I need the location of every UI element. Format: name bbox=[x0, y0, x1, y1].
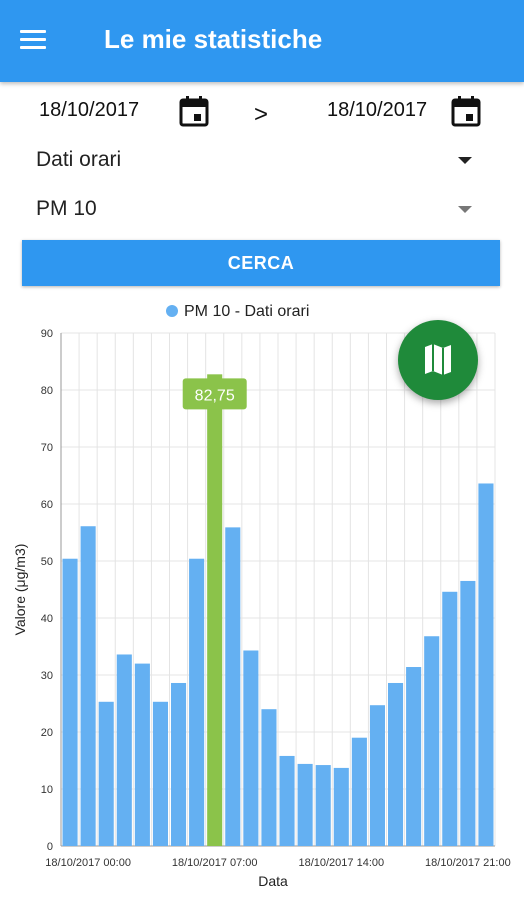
chart-bar[interactable] bbox=[424, 636, 440, 846]
chart-bar[interactable] bbox=[134, 663, 150, 846]
chart-bar[interactable] bbox=[152, 701, 168, 846]
map-icon bbox=[425, 344, 451, 375]
y-tick-label: 80 bbox=[41, 385, 53, 397]
chart-bar[interactable] bbox=[388, 682, 404, 846]
calendar-to-icon[interactable] bbox=[451, 95, 481, 127]
bar-chart[interactable]: 0 10 20 30 40 50 60 70 80 90 18/10/2017 00:00 18/10… bbox=[0, 320, 524, 900]
y-tick-label: 60 bbox=[41, 499, 53, 511]
y-tick-label: 20 bbox=[41, 727, 53, 739]
date-to-field[interactable]: 18/10/2017 bbox=[327, 99, 427, 122]
chart-bar[interactable] bbox=[351, 737, 367, 846]
chart-bar[interactable] bbox=[297, 763, 313, 846]
chart-bar[interactable] bbox=[171, 682, 187, 846]
chart-bar[interactable] bbox=[207, 374, 223, 846]
y-tick-label: 0 bbox=[47, 841, 53, 853]
legend-swatch bbox=[166, 305, 178, 317]
legend-label: PM 10 - Dati orari bbox=[184, 303, 310, 320]
data-type-value: Dati orari bbox=[36, 148, 122, 171]
app-bar: Le mie statistiche bbox=[0, 0, 524, 82]
y-tick-label: 50 bbox=[41, 556, 53, 568]
x-tick-label: 18/10/2017 07:00 bbox=[172, 857, 258, 869]
x-tick-label: 18/10/2017 00:00 bbox=[45, 857, 131, 869]
date-separator: > bbox=[254, 101, 269, 128]
date-from-field[interactable]: 18/10/2017 bbox=[39, 99, 139, 122]
page-title: Le mie statistiche bbox=[104, 24, 323, 54]
chart-bar[interactable] bbox=[406, 667, 422, 846]
y-tick-label: 40 bbox=[41, 613, 53, 625]
y-tick-label: 90 bbox=[41, 328, 53, 340]
menu-icon[interactable] bbox=[20, 30, 48, 52]
chart-bar[interactable] bbox=[116, 654, 132, 846]
chart-bar[interactable] bbox=[225, 527, 241, 846]
chart-bar[interactable] bbox=[333, 767, 349, 846]
chart-bar[interactable] bbox=[243, 650, 259, 846]
chart-bar[interactable] bbox=[98, 701, 114, 846]
map-button[interactable] bbox=[398, 320, 478, 400]
chart-bar[interactable] bbox=[80, 526, 96, 846]
y-tick-label: 30 bbox=[41, 670, 53, 682]
x-tick-label: 18/10/2017 14:00 bbox=[298, 857, 384, 869]
chart-bar[interactable] bbox=[261, 709, 277, 846]
chart-legend: PM 10 - Dati orari bbox=[166, 303, 309, 321]
x-axis-label: Data bbox=[258, 873, 288, 889]
pollutant-value: PM 10 bbox=[36, 197, 97, 220]
y-axis-label: Valore (μg/m3) bbox=[12, 544, 28, 636]
chart-bar[interactable] bbox=[369, 705, 385, 846]
x-tick-label: 18/10/2017 21:00 bbox=[425, 857, 511, 869]
chart-bar[interactable] bbox=[460, 580, 476, 846]
y-tick-label: 10 bbox=[41, 784, 53, 796]
chart-bar[interactable] bbox=[315, 765, 331, 846]
chart-bar[interactable] bbox=[478, 483, 494, 846]
chart-bar[interactable] bbox=[189, 558, 205, 846]
chart-bar[interactable] bbox=[62, 558, 78, 846]
search-button[interactable]: CERCA bbox=[22, 240, 500, 286]
value-tooltip-label: 82,75 bbox=[195, 387, 235, 404]
calendar-from-icon[interactable] bbox=[179, 95, 209, 127]
chart-bar[interactable] bbox=[442, 591, 458, 846]
chart-bar[interactable] bbox=[279, 755, 295, 846]
dropdown-arrow-icon bbox=[458, 206, 472, 213]
y-tick-label: 70 bbox=[41, 442, 53, 454]
dropdown-arrow-icon bbox=[458, 157, 472, 164]
